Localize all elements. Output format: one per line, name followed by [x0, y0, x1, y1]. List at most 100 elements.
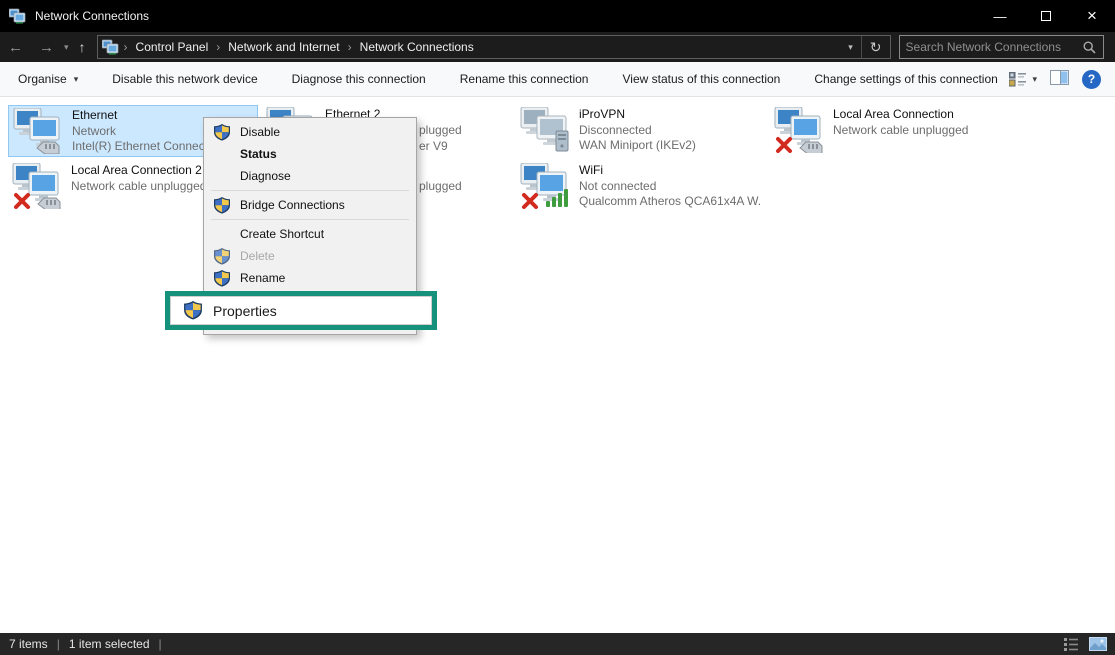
location-icon	[102, 39, 119, 56]
occluded-status-fragment: plugged	[419, 123, 462, 137]
chevron-down-icon: ▾	[1032, 74, 1037, 85]
window-title: Network Connections	[35, 9, 149, 23]
disable-device-button[interactable]: Disable this network device	[112, 72, 257, 86]
menu-divider	[211, 190, 409, 191]
breadcrumb-network-connections[interactable]: Network Connections	[352, 40, 482, 54]
uac-shield-icon	[214, 197, 240, 214]
occluded-status-fragment: plugged	[419, 179, 462, 193]
view-status-button[interactable]: View status of this connection	[622, 72, 780, 86]
maximize-icon	[1041, 11, 1051, 21]
preview-pane-icon	[1050, 70, 1069, 85]
menu-divider	[211, 219, 409, 220]
vpn-adapter-icon	[520, 107, 570, 153]
chevron-down-icon: ▾	[64, 42, 69, 52]
rename-connection-button[interactable]: Rename this connection	[460, 72, 589, 86]
connection-name: WiFi	[579, 163, 762, 179]
change-view-button[interactable]: ▾	[1009, 72, 1037, 87]
uac-shield-icon	[214, 124, 240, 141]
thumbnail-view-toggle-icon[interactable]	[1089, 637, 1107, 651]
details-view-icon	[1009, 72, 1026, 87]
menu-item-label: Diagnose	[240, 169, 291, 183]
network-connections-window: Network Connections — × ← → ▾ ↑ › Contro…	[0, 0, 1115, 655]
status-separator: |	[159, 637, 162, 651]
refresh-icon: ↻	[870, 39, 882, 56]
chevron-down-icon: ▾	[74, 74, 79, 85]
preview-pane-button[interactable]	[1050, 70, 1069, 88]
connection-status: Network cable unplugged	[833, 123, 968, 139]
toolbar-right-icons: ▾ ?	[1009, 70, 1101, 89]
address-bar: ← → ▾ ↑ › Control Panel › Network and In…	[0, 32, 1115, 62]
close-button[interactable]: ×	[1069, 0, 1115, 32]
diagnose-connection-button[interactable]: Diagnose this connection	[292, 72, 426, 86]
menu-item-label: Create Shortcut	[240, 227, 324, 241]
breadcrumb-network-and-internet[interactable]: Network and Internet	[220, 40, 347, 54]
address-dropdown-button[interactable]: ▾	[840, 42, 861, 53]
command-toolbar: Organise ▾ Disable this network device D…	[0, 62, 1115, 97]
properties-highlight-box: Properties	[165, 291, 437, 330]
connection-text: Local Area Connection Network cable unpl…	[833, 107, 968, 155]
search-input[interactable]	[900, 40, 1083, 54]
minimize-button[interactable]: —	[977, 0, 1023, 32]
menu-item-create-shortcut[interactable]: Create Shortcut	[204, 223, 416, 245]
forward-icon: →	[39, 39, 54, 56]
chevron-down-icon: ▾	[848, 42, 853, 52]
menu-item-status[interactable]: Status	[204, 143, 416, 165]
wifi-adapter-icon	[520, 163, 570, 209]
organise-button[interactable]: Organise ▾	[18, 72, 78, 86]
occluded-device-fragment: er V9	[419, 139, 448, 153]
connection-device: WAN Miniport (IKEv2)	[579, 138, 696, 154]
back-button[interactable]: ←	[0, 39, 31, 56]
help-icon: ?	[1088, 72, 1095, 86]
minimize-icon: —	[994, 9, 1007, 24]
menu-item-disable[interactable]: Disable	[204, 121, 416, 143]
menu-item-delete: Delete	[204, 245, 416, 267]
history-dropdown-button[interactable]: ▾	[62, 42, 71, 53]
address-field[interactable]: › Control Panel › Network and Internet ›…	[97, 35, 891, 59]
selection-count: 1 item selected	[69, 637, 150, 651]
connection-name: Local Area Connection	[833, 107, 968, 123]
connection-name: iProVPN	[579, 107, 696, 123]
connection-text: Local Area Connection 2 Network cable un…	[71, 163, 206, 211]
connection-status: Disconnected	[579, 123, 696, 139]
help-button[interactable]: ?	[1082, 70, 1101, 89]
search-icon[interactable]	[1083, 41, 1096, 54]
status-separator: |	[57, 637, 60, 651]
menu-item-diagnose[interactable]: Diagnose	[204, 165, 416, 187]
connection-name: Ethernet	[72, 108, 208, 124]
ethernet-adapter-icon	[13, 108, 63, 154]
connection-item-local-area-connection[interactable]: Local Area Connection Network cable unpl…	[770, 105, 1020, 157]
connection-item-wifi[interactable]: WiFi Not connected Qualcomm Atheros QCA6…	[516, 161, 766, 213]
connection-text: WiFi Not connected Qualcomm Atheros QCA6…	[579, 163, 762, 211]
organise-label: Organise	[18, 72, 67, 86]
connection-device: Intel(R) Ethernet Connect	[72, 139, 208, 154]
forward-button[interactable]: →	[31, 39, 62, 56]
menu-item-properties[interactable]: Properties	[170, 296, 432, 325]
maximize-button[interactable]	[1023, 0, 1069, 32]
menu-item-label: Delete	[240, 249, 275, 263]
items-count: 7 items	[9, 637, 48, 651]
connection-text: Ethernet Network Intel(R) Ethernet Conne…	[72, 108, 208, 154]
status-bar: 7 items | 1 item selected |	[0, 633, 1115, 655]
menu-item-label: Rename	[240, 271, 285, 285]
connection-item-iprovpn[interactable]: iProVPN Disconnected WAN Miniport (IKEv2…	[516, 105, 766, 157]
back-icon: ←	[8, 39, 23, 56]
connections-list: Ethernet Network Intel(R) Ethernet Conne…	[0, 98, 1115, 633]
menu-item-bridge-connections[interactable]: Bridge Connections	[204, 194, 416, 216]
up-icon: ↑	[79, 39, 86, 55]
ethernet-unplugged-icon	[774, 107, 824, 153]
connection-text: iProVPN Disconnected WAN Miniport (IKEv2…	[579, 107, 696, 155]
connection-status: Not connected	[579, 179, 762, 195]
details-view-toggle-icon[interactable]	[1064, 638, 1079, 651]
statusbar-view-toggles	[1064, 637, 1107, 651]
breadcrumb-control-panel[interactable]: Control Panel	[128, 40, 217, 54]
connection-status: Network cable unplugged	[71, 179, 206, 195]
up-button[interactable]: ↑	[71, 39, 94, 55]
close-icon: ×	[1087, 6, 1097, 26]
change-settings-button[interactable]: Change settings of this connection	[814, 72, 997, 86]
ethernet-unplugged-icon	[12, 163, 62, 209]
connection-name: Local Area Connection 2	[71, 163, 206, 179]
refresh-button[interactable]: ↻	[861, 36, 890, 58]
window-controls: — ×	[977, 0, 1115, 32]
connection-device: Qualcomm Atheros QCA61x4A W...	[579, 194, 762, 210]
menu-item-rename[interactable]: Rename	[204, 267, 416, 289]
